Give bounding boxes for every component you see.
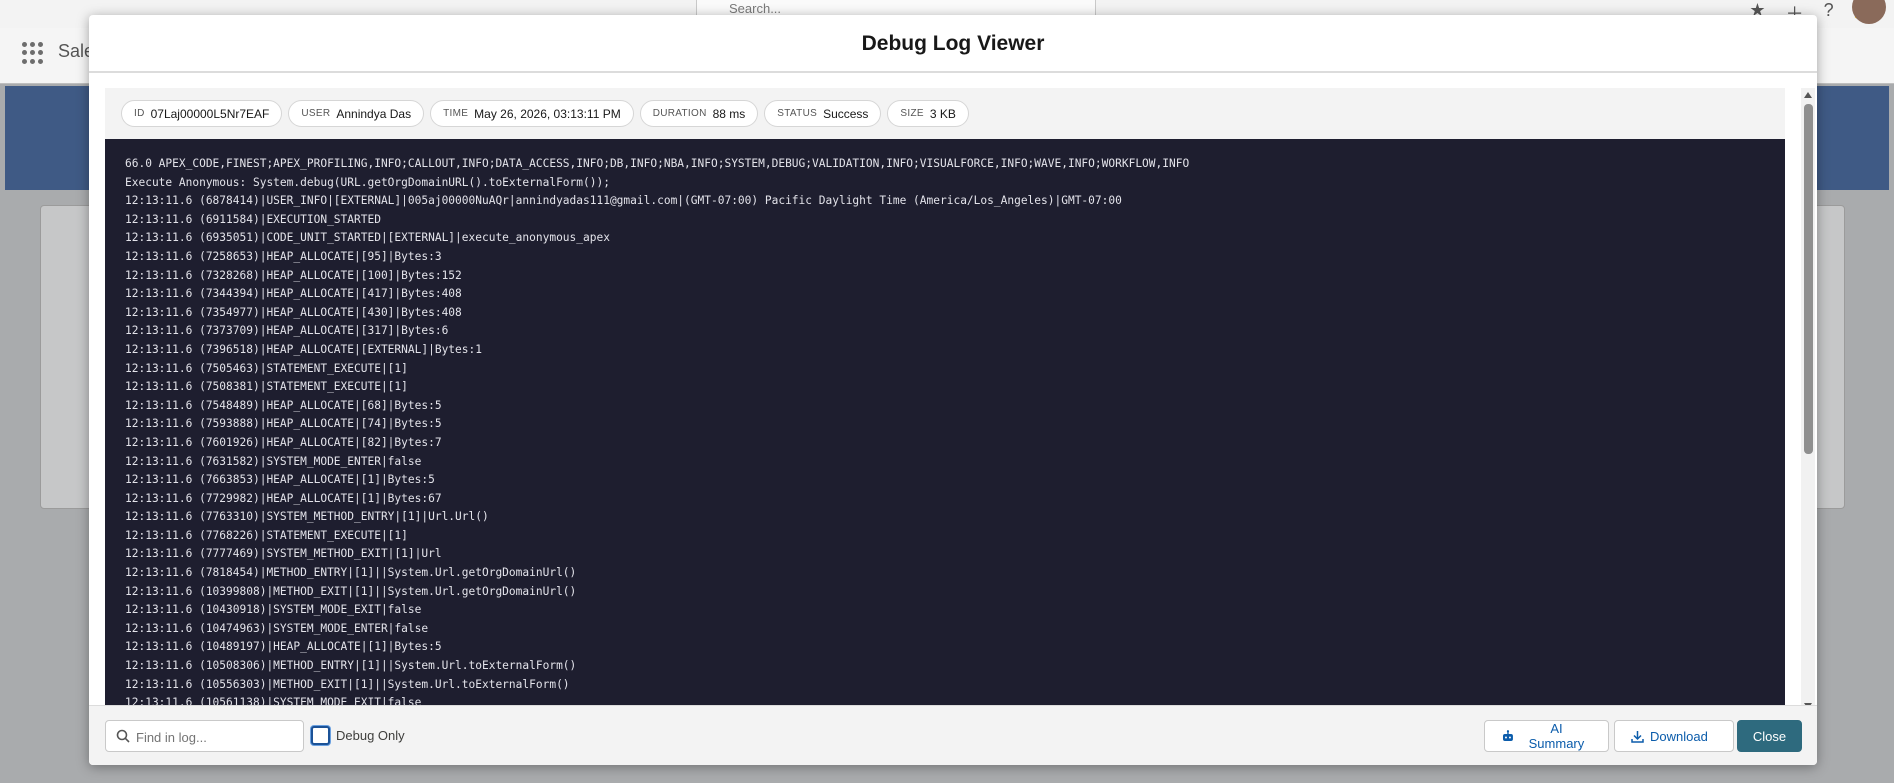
log-line: 12:13:11.6 (7505463)|STATEMENT_EXECUTE|[… <box>125 361 408 375</box>
log-line: 12:13:11.6 (10556303)|METHOD_EXIT|[1]||S… <box>125 677 570 691</box>
log-line: 12:13:11.6 (7663853)|HEAP_ALLOCATE|[1]|B… <box>125 473 435 487</box>
log-line: 12:13:11.6 (10489197)|HEAP_ALLOCATE|[1]|… <box>125 640 442 654</box>
log-line: 12:13:11.6 (7258653)|HEAP_ALLOCATE|[95]|… <box>125 249 442 263</box>
meta-chip-time: TIME May 26, 2026, 03:13:11 PM <box>430 100 634 127</box>
meta-key: DURATION <box>652 108 707 119</box>
debug-log-modal: Debug Log Viewer ID 07Laj00000L5Nr7EAF U… <box>89 15 1817 765</box>
meta-value: May 26, 2026, 03:13:11 PM <box>474 106 621 121</box>
log-line: 12:13:11.6 (10561138)|SYSTEM_MODE_EXIT|f… <box>125 696 422 705</box>
log-line: 12:13:11.6 (7601926)|HEAP_ALLOCATE|[82]|… <box>125 435 442 449</box>
debug-only-checkbox[interactable] <box>311 726 330 745</box>
meta-key: TIME <box>443 108 469 119</box>
find-in-log-input[interactable] <box>136 727 296 747</box>
modal-header: Debug Log Viewer <box>89 15 1817 73</box>
meta-value: 07Laj00000L5Nr7EAF <box>150 106 270 121</box>
log-line: 12:13:11.6 (7373709)|HEAP_ALLOCATE|[317]… <box>125 324 449 338</box>
log-line: 12:13:11.6 (7508381)|STATEMENT_EXECUTE|[… <box>125 380 408 394</box>
log-line: 12:13:11.6 (7729982)|HEAP_ALLOCATE|[1]|B… <box>125 491 442 505</box>
meta-value: 88 ms <box>712 106 746 121</box>
meta-key: ID <box>134 108 145 119</box>
meta-value: Annindya Das <box>336 106 412 121</box>
log-line: 12:13:11.6 (7396518)|HEAP_ALLOCATE|[EXTE… <box>125 342 482 356</box>
log-line: 12:13:11.6 (10399808)|METHOD_EXIT|[1]||S… <box>125 584 577 598</box>
log-line: 12:13:11.6 (7354977)|HEAP_ALLOCATE|[430]… <box>125 305 462 319</box>
log-content-pane[interactable]: 66.0 APEX_CODE,FINEST;APEX_PROFILING,INF… <box>105 139 1785 705</box>
log-line: 12:13:11.6 (10474963)|SYSTEM_MODE_ENTER|… <box>125 621 429 635</box>
meta-value: Success <box>823 106 869 121</box>
log-line: 12:13:11.6 (7777469)|SYSTEM_METHOD_EXIT|… <box>125 547 442 561</box>
meta-chip-id: ID 07Laj00000L5Nr7EAF <box>121 100 283 127</box>
search-icon <box>116 729 130 743</box>
modal-title: Debug Log Viewer <box>861 32 1045 55</box>
find-in-log-field[interactable] <box>105 720 304 752</box>
log-line: 12:13:11.6 (7328268)|HEAP_ALLOCATE|[100]… <box>125 268 462 282</box>
log-metadata-bar: ID 07Laj00000L5Nr7EAF USER Annindya Das … <box>105 88 1785 139</box>
meta-key: STATUS <box>777 108 818 119</box>
app-launcher-icon <box>22 42 44 64</box>
meta-chip-status: STATUS Success <box>764 100 882 127</box>
meta-key: USER <box>301 108 331 119</box>
meta-chip-user: USER Annindya Das <box>288 100 425 127</box>
log-line: 12:13:11.6 (7763310)|SYSTEM_METHOD_ENTRY… <box>125 510 489 524</box>
debug-only-toggle[interactable]: Debug Only <box>311 726 405 745</box>
log-scrollbar[interactable] <box>1801 88 1815 713</box>
download-button[interactable]: Download <box>1614 720 1734 752</box>
log-line: 12:13:11.6 (7631582)|SYSTEM_MODE_ENTER|f… <box>125 454 422 468</box>
modal-body[interactable]: ID 07Laj00000L5Nr7EAF USER Annindya Das … <box>105 88 1785 705</box>
log-line: 12:13:11.6 (10430918)|SYSTEM_MODE_EXIT|f… <box>125 603 422 617</box>
log-line: 12:13:11.6 (6878414)|USER_INFO|[EXTERNAL… <box>125 194 1122 208</box>
meta-value: 3 KB <box>929 106 956 121</box>
log-line: 12:13:11.6 (6935051)|CODE_UNIT_STARTED|[… <box>125 231 610 245</box>
debug-only-label: Debug Only <box>336 728 405 743</box>
meta-chip-duration: DURATION 88 ms <box>639 100 759 127</box>
log-line: 12:13:11.6 (7818454)|METHOD_ENTRY|[1]||S… <box>125 566 577 580</box>
ai-summary-button[interactable]: AI Summary <box>1484 720 1609 752</box>
log-line: 12:13:11.6 (7344394)|HEAP_ALLOCATE|[417]… <box>125 287 462 301</box>
ai-summary-label: AI Summary <box>1528 721 1585 751</box>
log-line: 12:13:11.6 (7593888)|HEAP_ALLOCATE|[74]|… <box>125 417 442 431</box>
log-line: 66.0 APEX_CODE,FINEST;APEX_PROFILING,INF… <box>125 157 1190 170</box>
modal-footer: Debug Only AI Summary Download Close <box>89 705 1817 765</box>
meta-chip-size: SIZE 3 KB <box>887 100 969 127</box>
meta-key: SIZE <box>900 108 924 119</box>
robot-icon <box>1502 730 1513 741</box>
log-line: Execute Anonymous: System.debug(URL.getO… <box>125 175 610 189</box>
download-icon <box>1631 730 1644 743</box>
close-button[interactable]: Close <box>1737 720 1802 752</box>
download-label: Download <box>1650 728 1708 744</box>
log-line: 12:13:11.6 (6911584)|EXECUTION_STARTED <box>125 212 381 226</box>
scroll-up-arrow-icon[interactable] <box>1804 92 1812 98</box>
scrollbar-thumb[interactable] <box>1804 104 1813 454</box>
log-line: 12:13:11.6 (7768226)|STATEMENT_EXECUTE|[… <box>125 528 408 542</box>
log-line: 12:13:11.6 (10508306)|METHOD_ENTRY|[1]||… <box>125 659 577 673</box>
help-icon: ? <box>1823 0 1834 20</box>
log-line: 12:13:11.6 (7548489)|HEAP_ALLOCATE|[68]|… <box>125 398 442 412</box>
